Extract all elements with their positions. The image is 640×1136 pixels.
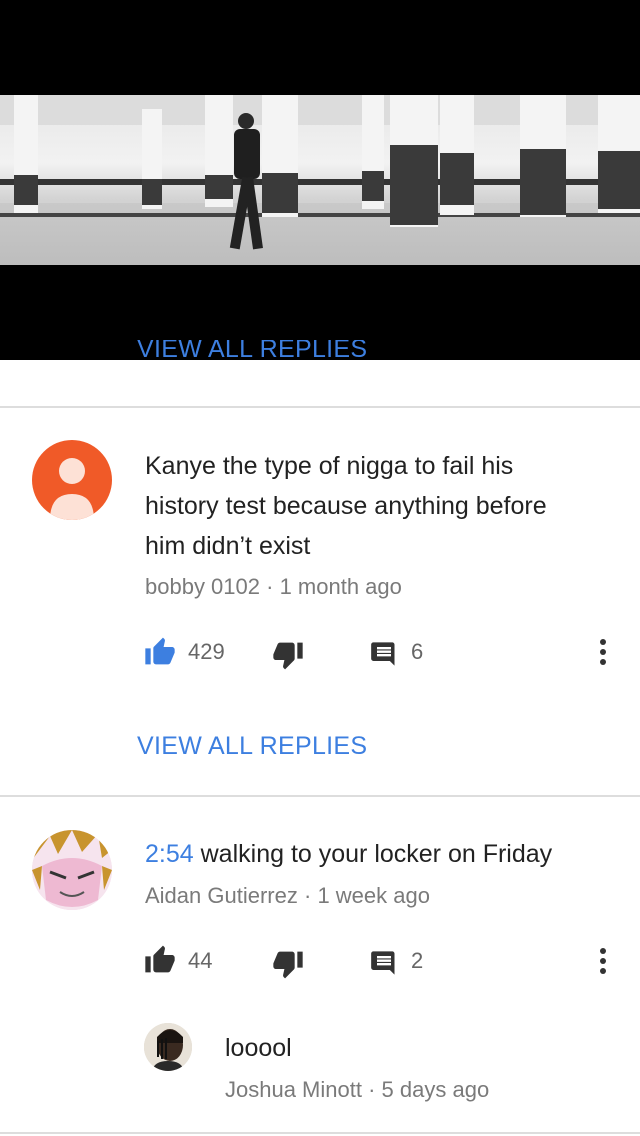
meta-separator: · [368,1077,376,1102]
reply-time: 5 days ago [381,1077,490,1102]
video-timestamp-link[interactable]: 2:54 [145,840,194,868]
view-all-replies-partial[interactable]: VIEW ALL REPLIES [137,340,367,360]
meta-separator: · [266,574,274,599]
divider [0,406,640,408]
author-name[interactable]: bobby 0102 [145,574,260,599]
comment-meta: Aidan Gutierrez · 1 week ago [145,883,430,909]
meta-separator: · [303,883,312,908]
comment-time: 1 week ago [317,883,430,908]
anime-avatar-icon [32,830,112,910]
avatar[interactable] [32,440,112,520]
person-silhouette [229,113,266,253]
author-name[interactable]: Aidan Gutierrez [145,883,298,908]
like-count: 44 [188,948,213,973]
comment-text: 2:54 walking to your locker on Friday [145,840,553,868]
comment-text: Kanye the type of nigga to fail his hist… [145,452,547,560]
like-count: 429 [188,639,225,664]
default-avatar-icon [50,458,94,520]
comment-meta: bobby 0102 · 1 month ago [145,574,402,600]
reply-icon[interactable] [370,640,398,673]
video-frame [0,95,640,265]
more-vert-icon[interactable] [596,947,610,980]
reply-count: 6 [411,639,424,664]
more-vert-icon[interactable] [596,638,610,671]
thumb-up-icon[interactable] [144,636,176,671]
view-all-replies-button[interactable]: VIEW ALL REPLIES [137,732,367,761]
reply-meta: Joshua Minott · 5 days ago [225,1077,489,1103]
thumb-down-icon[interactable] [272,641,304,676]
avatar[interactable] [144,1023,192,1071]
divider [0,1132,640,1134]
reply-icon[interactable] [370,949,398,982]
reply-text: looool [225,1034,292,1062]
divider [0,795,640,797]
view-all-replies-label: VIEW ALL REPLIES [137,340,368,360]
thumb-down-icon[interactable] [272,950,304,985]
thumb-up-icon[interactable] [144,944,176,979]
profile-photo-icon [144,1023,192,1071]
video-player[interactable] [0,0,640,360]
author-name[interactable]: Joshua Minott [225,1077,362,1102]
avatar[interactable] [32,830,112,910]
comment-time: 1 month ago [279,574,402,599]
reply-count: 2 [411,948,424,973]
